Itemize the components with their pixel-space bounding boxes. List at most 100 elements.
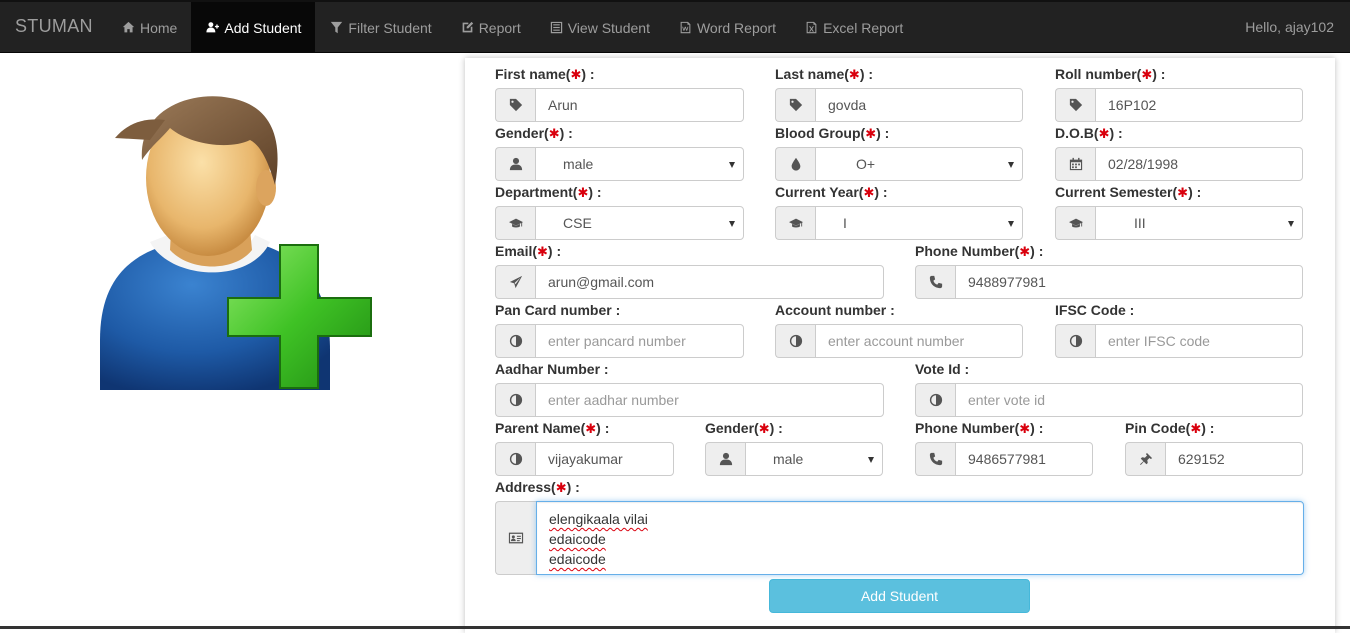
pan-card-input[interactable]: enter pancard number — [535, 324, 744, 358]
send-icon — [495, 265, 535, 299]
address-group: elengikaala vilai edaicode edaicode — [495, 501, 1304, 575]
address-line-1: elengikaala vilai — [549, 511, 648, 527]
address-line-3: edaicode — [549, 551, 606, 567]
graduation-cap-icon — [495, 206, 535, 240]
dob-input[interactable]: 02/28/1998 — [1095, 147, 1303, 181]
roll-number-group: 16P102 — [1055, 88, 1303, 122]
parent-name-label: Parent Name(✱) : — [495, 420, 610, 436]
phone-number-label: Phone Number(✱) : — [915, 243, 1044, 259]
user-icon — [705, 442, 745, 476]
user-greeting[interactable]: Hello, ajay102 — [1245, 19, 1334, 35]
brand-logo[interactable]: STUMAN — [15, 16, 93, 37]
vote-id-input[interactable]: enter vote id — [955, 383, 1303, 417]
aadhar-number-group: enter aadhar number — [495, 383, 884, 417]
filter-icon — [329, 20, 344, 35]
pushpin-icon — [1125, 442, 1165, 476]
graduation-cap-icon — [1055, 206, 1095, 240]
nav-home[interactable]: Home — [107, 2, 191, 53]
first-name-input[interactable]: Arun — [535, 88, 744, 122]
pin-code-input[interactable]: 629152 — [1165, 442, 1303, 476]
nav-add-student[interactable]: Add Student — [191, 2, 316, 53]
phone-icon — [915, 265, 955, 299]
account-number-input[interactable]: enter account number — [815, 324, 1023, 358]
adjust-icon — [1055, 324, 1095, 358]
first-name-label: First name(✱) : — [495, 66, 595, 82]
nav-excel-report[interactable]: Excel Report — [790, 2, 917, 53]
nav-report-label: Report — [478, 19, 521, 36]
department-select[interactable]: CSE — [535, 206, 744, 240]
parent-name-group: vijayakumar — [495, 442, 674, 476]
parent-phone-input[interactable]: 9486577981 — [955, 442, 1093, 476]
phone-icon — [915, 442, 955, 476]
email-input[interactable]: arun@gmail.com — [535, 265, 884, 299]
excel-file-icon — [804, 20, 819, 35]
nav-report[interactable]: Report — [446, 2, 535, 53]
user-icon — [495, 147, 535, 181]
current-year-label: Current Year(✱) : — [775, 184, 888, 200]
current-semester-group: III — [1055, 206, 1303, 240]
phone-number-input[interactable]: 9488977981 — [955, 265, 1303, 299]
adjust-icon — [495, 383, 535, 417]
adjust-icon — [495, 324, 535, 358]
add-student-form: First name(✱) : Arun Last name(✱) : govd… — [465, 58, 1335, 633]
roll-number-input[interactable]: 16P102 — [1095, 88, 1303, 122]
nav-word-report-label: Word Report — [696, 19, 777, 36]
id-card-icon — [495, 501, 536, 575]
nav-view-student-label: View Student — [567, 19, 650, 36]
phone-number-group: 9488977981 — [915, 265, 1303, 299]
add-user-illustration-icon — [100, 96, 372, 390]
nav-add-student-label: Add Student — [224, 19, 302, 36]
last-name-input[interactable]: govda — [815, 88, 1023, 122]
pin-code-group: 629152 — [1125, 442, 1303, 476]
add-user-icon — [205, 20, 220, 35]
parent-phone-label: Phone Number(✱) : — [915, 420, 1044, 436]
current-year-group: I — [775, 206, 1023, 240]
parent-gender-select[interactable]: male — [745, 442, 883, 476]
first-name-group: Arun — [495, 88, 744, 122]
roll-number-label: Roll number(✱) : — [1055, 66, 1166, 82]
calendar-icon — [1055, 147, 1095, 181]
department-group: CSE — [495, 206, 744, 240]
blood-group-select[interactable]: O+ — [815, 147, 1023, 181]
nav-home-label: Home — [140, 19, 178, 36]
current-year-select[interactable]: I — [815, 206, 1023, 240]
adjust-icon — [495, 442, 535, 476]
vote-id-group: enter vote id — [915, 383, 1303, 417]
edit-icon — [460, 20, 475, 35]
dob-label: D.O.B(✱) : — [1055, 125, 1123, 141]
add-student-illustration — [90, 90, 380, 395]
pan-card-group: enter pancard number — [495, 324, 744, 358]
gender-label: Gender(✱) : — [495, 125, 573, 141]
nav-filter-student-label: Filter Student — [348, 19, 432, 36]
ifsc-code-input[interactable]: enter IFSC code — [1095, 324, 1303, 358]
vote-id-label: Vote Id : — [915, 361, 970, 377]
drop-icon — [775, 147, 815, 181]
parent-name-input[interactable]: vijayakumar — [535, 442, 674, 476]
address-textarea[interactable]: elengikaala vilai edaicode edaicode — [536, 501, 1304, 575]
current-semester-select[interactable]: III — [1095, 206, 1303, 240]
add-student-button[interactable]: Add Student — [769, 579, 1030, 613]
nav-filter-student[interactable]: Filter Student — [315, 2, 445, 53]
aadhar-number-input[interactable]: enter aadhar number — [535, 383, 884, 417]
pin-code-label: Pin Code(✱) : — [1125, 420, 1215, 436]
tag-icon — [495, 88, 535, 122]
nav-word-report[interactable]: Word Report — [664, 2, 790, 53]
nav-view-student[interactable]: View Student — [535, 2, 664, 53]
parent-phone-group: 9486577981 — [915, 442, 1093, 476]
blood-group-label: Blood Group(✱) : — [775, 125, 890, 141]
gender-select[interactable]: male — [535, 147, 744, 181]
adjust-icon — [775, 324, 815, 358]
email-group: arun@gmail.com — [495, 265, 884, 299]
gender-group: male — [495, 147, 744, 181]
email-label: Email(✱) : — [495, 243, 562, 259]
tag-icon — [775, 88, 815, 122]
top-navbar: STUMAN Home Add Student Filter Student R… — [0, 0, 1350, 53]
current-semester-label: Current Semester(✱) : — [1055, 184, 1202, 200]
home-icon — [121, 20, 136, 35]
last-name-group: govda — [775, 88, 1023, 122]
ifsc-code-group: enter IFSC code — [1055, 324, 1303, 358]
ifsc-code-label: IFSC Code : — [1055, 302, 1135, 318]
blood-group-group: O+ — [775, 147, 1023, 181]
adjust-icon — [915, 383, 955, 417]
account-number-label: Account number : — [775, 302, 895, 318]
